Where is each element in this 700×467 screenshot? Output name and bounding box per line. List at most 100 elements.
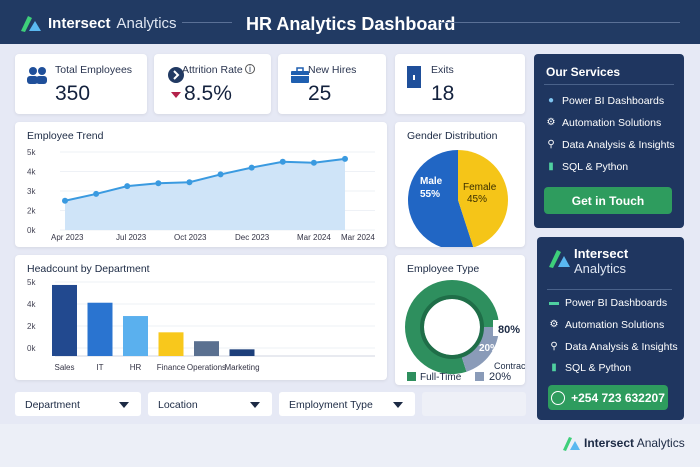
contract-label: Contract	[494, 361, 525, 371]
service-sql-python[interactable]: ▮ SQL & Python	[546, 161, 628, 173]
kpi-value: 25	[308, 82, 332, 105]
x-tick-label: Mar 2024	[341, 233, 375, 242]
promo-panel: Intersect Analytics ▬ Power BI Dashboards…	[537, 237, 684, 420]
brand-suffix: Analytics	[574, 261, 627, 276]
search-icon: ⚲	[550, 341, 558, 352]
kpi-value: 8.5%	[184, 82, 232, 105]
trend-point	[310, 159, 317, 166]
trend-point	[342, 155, 348, 162]
trend-point	[62, 197, 68, 204]
service-label: Data Analysis & Insights	[562, 139, 675, 151]
x-tick-label: Sales	[54, 363, 74, 372]
chevron-down-icon	[393, 402, 403, 408]
headcount-card: Headcount by Department 0k 2k 4k 5k Sales IT H…	[15, 255, 387, 380]
legend-full-time: Full-Time	[420, 372, 462, 383]
service-label: Data Analysis & Insights	[565, 341, 678, 353]
trend-point	[217, 171, 224, 178]
x-tick-label: Operations	[187, 363, 226, 372]
promo-service-power-bi[interactable]: ▬ Power BI Dashboards	[549, 297, 667, 309]
trend-point	[155, 180, 162, 187]
x-tick-label: Oct 2023	[174, 233, 207, 242]
male-label: Male	[420, 176, 443, 187]
chevron-down-icon	[250, 402, 260, 408]
service-label: SQL & Python	[565, 362, 632, 374]
brand-suffix: Analytics	[116, 14, 177, 32]
female-label: Female	[463, 182, 497, 193]
kpi-total-employees: Total Employees 350	[15, 54, 147, 114]
y-tick-label: 3k	[27, 187, 36, 196]
brand-logo: Intersect Analytics	[20, 13, 177, 33]
gender-distribution-card: Gender Distribution Male 55% Female 45%	[395, 122, 525, 247]
employee-type-card: Employee Type 80% 20% Contract Full-Time…	[395, 255, 525, 385]
divider	[544, 84, 674, 85]
bar-sales	[52, 284, 77, 356]
service-label: Power BI Dashboards	[562, 95, 665, 107]
trend-point	[186, 179, 193, 186]
service-automation[interactable]: ⚙ Automation Solutions	[546, 117, 662, 129]
y-tick-label: 0k	[27, 226, 36, 235]
promo-service-sql-python[interactable]: ▮ SQL & Python	[549, 362, 631, 374]
promo-service-data-analysis[interactable]: ⚲ Data Analysis & Insights	[549, 341, 678, 353]
logo-icon	[21, 16, 41, 32]
get-in-touch-button[interactable]: Get in Touch	[544, 187, 672, 214]
bar-chart-icon: ▮	[548, 161, 554, 172]
gender-pie-chart: Male 55% Female 45%	[408, 150, 508, 247]
legend-swatch-contract	[475, 372, 484, 381]
y-tick-label: 4k	[27, 300, 36, 309]
kpi-value: 350	[55, 82, 91, 105]
our-services-panel: Our Services ● Power BI Dashboards ⚙ Autom…	[534, 54, 684, 228]
gear-icon: ⚙	[549, 319, 559, 330]
service-label: Automation Solutions	[562, 117, 662, 129]
x-tick-label: Mar 2024	[297, 233, 331, 242]
promo-service-automation[interactable]: ⚙ Automation Solutions	[549, 319, 665, 331]
filter-label: Employment Type	[289, 399, 373, 411]
service-label: Automation Solutions	[565, 319, 665, 331]
info-icon[interactable]: i	[245, 64, 255, 74]
empty-filter-slot	[422, 392, 526, 416]
employee-trend-card: Employee Trend 0k 2k 3k 4k 5k Apr 2023 Jul 202…	[15, 122, 387, 247]
brand-name: Intersect	[574, 246, 629, 261]
department-filter[interactable]: Department	[15, 392, 141, 416]
footer: Intersect Analytics	[0, 424, 700, 467]
phone-number: +254 723 632207	[571, 390, 665, 405]
location-filter[interactable]: Location	[148, 392, 272, 416]
bar-finance	[158, 332, 184, 356]
employment-type-filter[interactable]: Employment Type	[279, 392, 415, 416]
male-value: 55%	[420, 189, 440, 200]
service-data-analysis[interactable]: ⚲ Data Analysis & Insights	[546, 139, 675, 151]
y-tick-label: 0k	[27, 344, 36, 353]
divider	[182, 22, 232, 23]
divider	[547, 289, 672, 290]
y-tick-label: 4k	[27, 168, 36, 177]
brand-suffix: Analytics	[636, 436, 685, 450]
whatsapp-icon	[551, 390, 566, 405]
x-tick-label: Apr 2023	[51, 233, 84, 242]
kpi-attrition-rate: Attrition Rate i 8.5%	[154, 54, 271, 114]
brand-name: Intersect	[48, 14, 111, 32]
users-icon: ●	[547, 95, 555, 106]
female-value: 45%	[467, 194, 487, 205]
trend-point	[279, 158, 286, 165]
employee-type-donut: 80% 20% Contract Full-Time 20%	[405, 280, 525, 383]
legend-contract: 20%	[489, 371, 511, 383]
donut-inner-ring	[420, 295, 484, 359]
bar-hr	[123, 316, 148, 356]
trend-point	[93, 190, 100, 197]
kpi-exits: Exits 18	[395, 54, 525, 114]
bar-it	[87, 302, 113, 356]
service-power-bi[interactable]: ● Power BI Dashboards	[546, 95, 664, 107]
x-tick-label: Marketing	[224, 363, 259, 372]
trend-down-icon	[171, 92, 181, 98]
logo-icon	[549, 250, 570, 268]
full-time-percent: 80%	[498, 324, 520, 336]
briefcase-icon	[291, 67, 309, 83]
x-tick-label: Finance	[157, 363, 186, 372]
gear-icon: ⚙	[546, 117, 556, 128]
search-icon: ⚲	[547, 139, 555, 150]
whatsapp-button[interactable]: +254 723 632207	[548, 385, 668, 410]
y-tick-label: 5k	[27, 278, 36, 287]
page-title: HR Analytics Dashboard	[246, 14, 456, 34]
bar-operations	[194, 341, 219, 356]
trend-point	[124, 183, 131, 190]
bar-marketing	[229, 349, 255, 356]
